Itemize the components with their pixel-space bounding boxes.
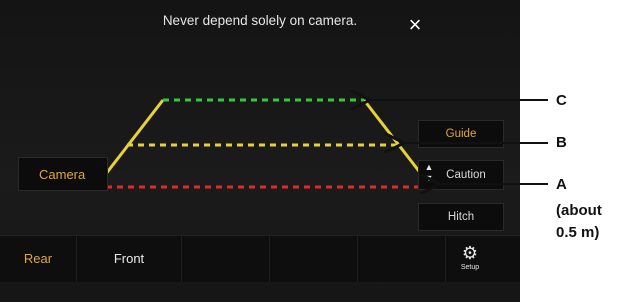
caution-label: Caution	[446, 169, 486, 181]
camera-button[interactable]: Camera	[18, 157, 108, 191]
guide-button[interactable]: Guide	[418, 120, 504, 148]
callout-label-b: B	[556, 134, 567, 151]
empty-cell	[182, 236, 270, 282]
gear-icon: ⚙	[461, 243, 479, 263]
setup-button[interactable]: ⚙ Setup	[450, 236, 490, 282]
empty-cell	[358, 236, 446, 282]
caution-adjust-arrows-icon[interactable]: ▲ ▼	[424, 162, 434, 186]
empty-cell	[270, 236, 358, 282]
callout-label-a-distance: (about 0.5 m)	[556, 202, 602, 241]
setup-label: Setup	[460, 264, 480, 271]
callout-label-a: A	[556, 176, 567, 193]
bottom-bar: Rear Front ⚙ Setup	[0, 235, 520, 282]
callout-label-c: C	[556, 92, 567, 109]
tab-rear[interactable]: Rear	[0, 236, 77, 282]
camera-screen: Never depend solely on camera. × Camera …	[0, 0, 520, 302]
hitch-button[interactable]: Hitch	[418, 203, 504, 231]
tab-front[interactable]: Front	[77, 236, 182, 282]
